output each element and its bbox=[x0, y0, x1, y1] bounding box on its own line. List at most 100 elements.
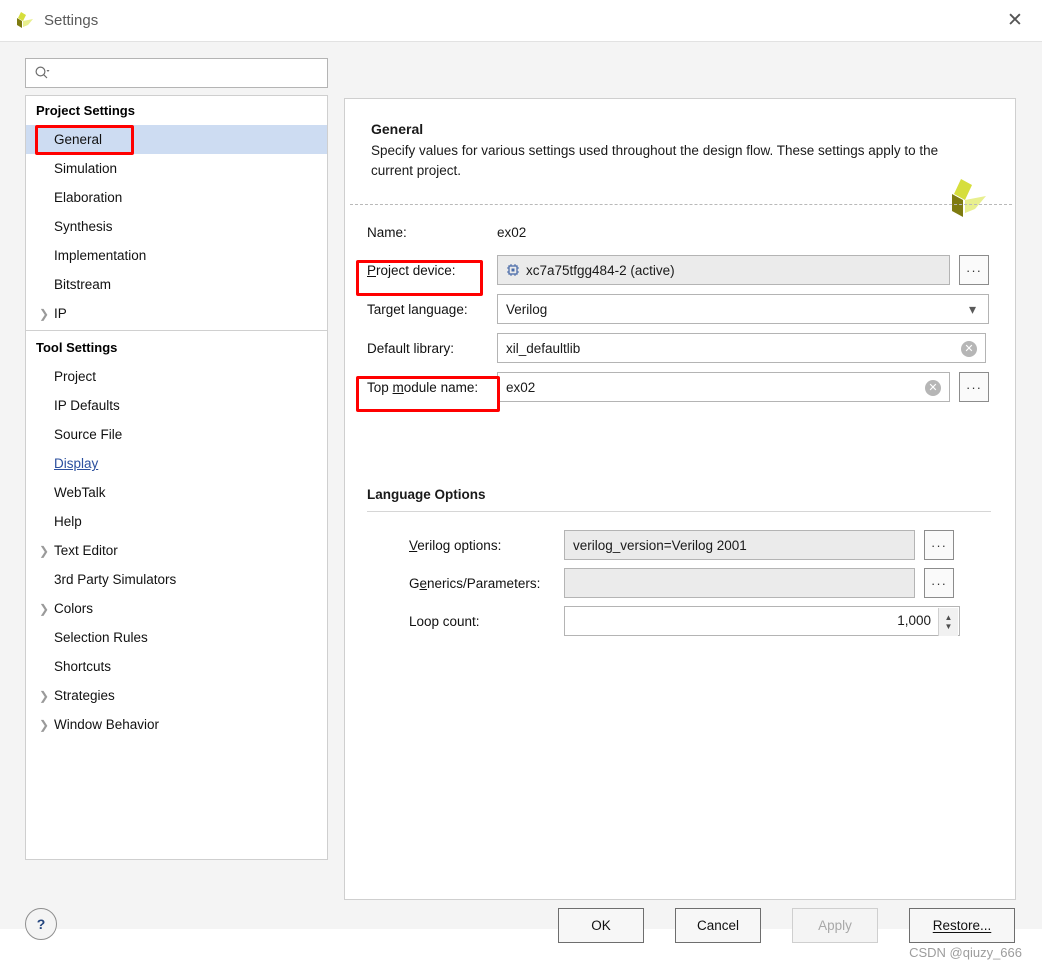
mnemonic-char: m bbox=[392, 379, 404, 395]
close-icon[interactable]: ✕ bbox=[996, 4, 1034, 36]
generics-label: Generics/Parameters: bbox=[409, 576, 564, 591]
window-title: Settings bbox=[44, 12, 99, 29]
sidebar-item-label: Shortcuts bbox=[54, 659, 112, 674]
sidebar-item-shortcuts[interactable]: Shortcuts bbox=[26, 652, 327, 681]
sidebar-item-label: Source File bbox=[54, 427, 123, 442]
sidebar-item-implementation[interactable]: Implementation bbox=[26, 241, 327, 270]
chevron-down-icon[interactable]: ▾ bbox=[969, 301, 976, 318]
ok-button[interactable]: OK bbox=[558, 908, 644, 943]
sidebar-item-label: IP bbox=[54, 306, 67, 321]
nav-section-project-settings: Project Settings bbox=[36, 103, 135, 118]
project-device-field[interactable]: xc7a75tfgg484-2 (active) bbox=[497, 255, 950, 285]
clear-circle-icon[interactable]: ✕ bbox=[925, 380, 941, 396]
language-options-divider bbox=[367, 511, 991, 512]
spinner-up-icon[interactable]: ▲ bbox=[945, 613, 953, 622]
sidebar-item-simulation[interactable]: Simulation bbox=[26, 154, 327, 183]
header-divider bbox=[350, 204, 1012, 205]
chip-icon bbox=[506, 263, 520, 277]
settings-nav-list: Project Settings General Simulation Elab… bbox=[25, 95, 328, 860]
sidebar-item-window-behavior[interactable]: ❯ Window Behavior bbox=[26, 710, 327, 739]
target-language-row: Target language: Verilog ▾ bbox=[367, 294, 995, 324]
sidebar-item-elaboration[interactable]: Elaboration bbox=[26, 183, 327, 212]
name-row: Name: ex02 bbox=[367, 217, 987, 247]
sidebar-item-ip-defaults[interactable]: IP Defaults bbox=[26, 391, 327, 420]
sidebar-item-label: Text Editor bbox=[54, 543, 118, 558]
project-device-browse-button[interactable]: ··· bbox=[959, 255, 989, 285]
general-settings-panel: General Specify values for various setti… bbox=[344, 98, 1016, 900]
sidebar-item-text-editor[interactable]: ❯ Text Editor bbox=[26, 536, 327, 565]
nav-divider bbox=[26, 330, 327, 331]
project-device-value: xc7a75tfgg484-2 (active) bbox=[526, 262, 675, 278]
sidebar-item-synthesis[interactable]: Synthesis bbox=[26, 212, 327, 241]
search-box[interactable] bbox=[25, 58, 328, 88]
sidebar-item-label: 3rd Party Simulators bbox=[54, 572, 177, 587]
sidebar-item-label: Synthesis bbox=[54, 219, 113, 234]
sidebar-item-display[interactable]: Display bbox=[26, 449, 327, 478]
default-library-value: xil_defaultlib bbox=[506, 340, 581, 356]
sidebar-item-project[interactable]: Project bbox=[26, 362, 327, 391]
sidebar-item-label: Simulation bbox=[54, 161, 118, 176]
label-rest: nerics/Parameters: bbox=[427, 575, 541, 591]
restore-button[interactable]: Restore... bbox=[909, 908, 1015, 943]
sidebar-item-label: WebTalk bbox=[54, 485, 106, 500]
spinner-down-icon[interactable]: ▼ bbox=[945, 622, 953, 631]
title-bar: Settings ✕ bbox=[0, 0, 1042, 41]
loop-count-spinner[interactable]: 1,000 ▲ ▼ bbox=[564, 606, 960, 636]
verilog-options-row: Verilog options: verilog_version=Verilog… bbox=[409, 530, 999, 560]
spinner-buttons[interactable]: ▲ ▼ bbox=[938, 608, 958, 636]
panel-description: Specify values for various settings used… bbox=[371, 143, 939, 178]
search-icon bbox=[34, 65, 50, 81]
top-module-field[interactable]: ex02 ✕ bbox=[497, 372, 950, 402]
sidebar-item-source-file[interactable]: Source File bbox=[26, 420, 327, 449]
sidebar-item-selection-rules[interactable]: Selection Rules bbox=[26, 623, 327, 652]
sidebar-item-label: Strategies bbox=[54, 688, 115, 703]
chevron-right-icon[interactable]: ❯ bbox=[36, 307, 52, 321]
sidebar-item-label: Help bbox=[54, 514, 82, 529]
watermark-text: CSDN @qiuzy_666 bbox=[909, 945, 1022, 960]
sidebar-item-strategies[interactable]: ❯ Strategies bbox=[26, 681, 327, 710]
generics-browse-button[interactable]: ··· bbox=[924, 568, 954, 598]
label-rest: odule name: bbox=[403, 379, 479, 395]
verilog-options-browse-button[interactable]: ··· bbox=[924, 530, 954, 560]
top-module-browse-button[interactable]: ··· bbox=[959, 372, 989, 402]
sidebar-item-help[interactable]: Help bbox=[26, 507, 327, 536]
apply-button-label: Apply bbox=[818, 918, 852, 933]
search-input[interactable] bbox=[56, 64, 311, 82]
top-module-label: Top module name: bbox=[367, 380, 497, 395]
chevron-right-icon[interactable]: ❯ bbox=[36, 689, 52, 703]
chevron-right-icon[interactable]: ❯ bbox=[36, 544, 52, 558]
project-device-label: Project device: bbox=[367, 263, 497, 278]
panel-header: General Specify values for various setti… bbox=[345, 99, 1015, 181]
sidebar-item-general[interactable]: General bbox=[26, 125, 327, 154]
verilog-options-field[interactable]: verilog_version=Verilog 2001 bbox=[564, 530, 915, 560]
sidebar-item-label: Window Behavior bbox=[54, 717, 160, 732]
apply-button: Apply bbox=[792, 908, 878, 943]
clear-circle-icon[interactable]: ✕ bbox=[961, 341, 977, 357]
chevron-right-icon[interactable]: ❯ bbox=[36, 718, 52, 732]
label-rest: roject device: bbox=[376, 262, 456, 278]
sidebar-item-bitstream[interactable]: Bitstream bbox=[26, 270, 327, 299]
cancel-button[interactable]: Cancel bbox=[675, 908, 761, 943]
help-button[interactable]: ? bbox=[25, 908, 57, 940]
verilog-options-value: verilog_version=Verilog 2001 bbox=[573, 537, 747, 553]
sidebar-item-label: Bitstream bbox=[54, 277, 112, 292]
settings-sidebar: Project Settings General Simulation Elab… bbox=[25, 58, 328, 860]
loop-count-label: Loop count: bbox=[409, 613, 480, 629]
sidebar-item-webtalk[interactable]: WebTalk bbox=[26, 478, 327, 507]
generics-row: Generics/Parameters: ··· bbox=[409, 568, 999, 598]
sidebar-item-label: IP Defaults bbox=[54, 398, 120, 413]
vivado-logo-icon bbox=[939, 177, 987, 221]
chevron-right-icon[interactable]: ❯ bbox=[36, 602, 52, 616]
restore-button-label: Restore... bbox=[932, 918, 992, 933]
target-language-label: Target language: bbox=[367, 301, 468, 317]
sidebar-item-3rd-party-simulators[interactable]: 3rd Party Simulators bbox=[26, 565, 327, 594]
sidebar-item-colors[interactable]: ❯ Colors bbox=[26, 594, 327, 623]
generics-field[interactable] bbox=[564, 568, 915, 598]
loop-count-row: Loop count: 1,000 ▲ ▼ bbox=[409, 606, 999, 636]
mnemonic-char: P bbox=[367, 262, 377, 278]
label-rest: erilog options: bbox=[417, 537, 502, 553]
default-library-field[interactable]: xil_defaultlib ✕ bbox=[497, 333, 986, 363]
target-language-dropdown[interactable]: Verilog ▾ bbox=[497, 294, 989, 324]
sidebar-item-ip[interactable]: ❯ IP bbox=[26, 299, 327, 328]
project-device-row: Project device: xc7a75tfgg484-2 (active)… bbox=[367, 255, 995, 285]
